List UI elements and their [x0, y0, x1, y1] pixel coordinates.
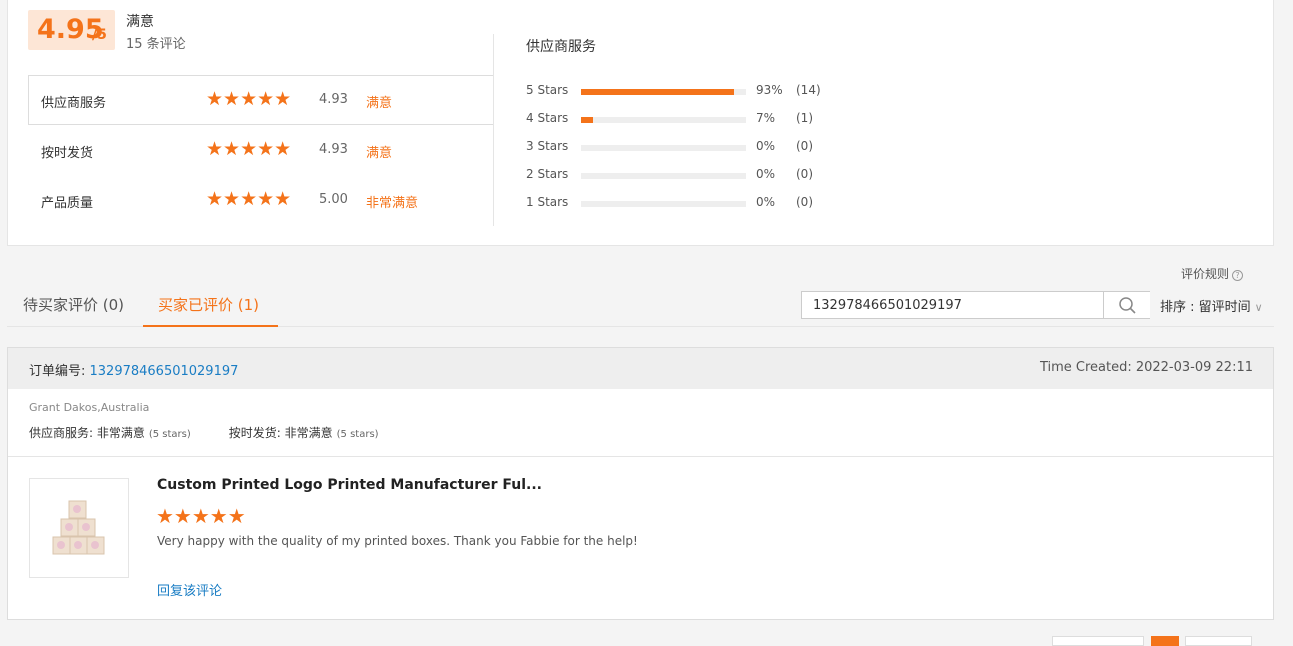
breakdown-count: (14): [796, 83, 821, 97]
rating-value: 4.93: [319, 92, 348, 107]
stacked-boxes-image: [52, 500, 105, 555]
active-tab-indicator: [143, 325, 278, 327]
breakdown-label: 2 Stars: [526, 167, 569, 181]
order-number-field: 订单编号: 132978466501029197: [29, 360, 238, 379]
breakdown-row-3: 3 Stars 0% (0): [526, 136, 846, 156]
product-title-link[interactable]: Custom Printed Logo Printed Manufacturer…: [157, 477, 542, 493]
rating-value: 4.93: [319, 142, 348, 157]
review-comment: Very happy with the quality of my printe…: [157, 534, 638, 548]
breakdown-label: 3 Stars: [526, 139, 569, 153]
review-card: 订单编号: 132978466501029197 Time Created: 2…: [7, 347, 1274, 620]
search-icon: [1119, 297, 1136, 314]
reply-review-link[interactable]: 回复该评论: [157, 580, 222, 599]
rating-row-on-time-shipping: 按时发货 ★★★★★ 4.93 满意: [28, 125, 494, 175]
rating-label: 按时发货: [41, 146, 94, 161]
breakdown-percent: 0%: [756, 167, 776, 181]
breakdown-row-5: 5 Stars 93% (14): [526, 80, 846, 100]
rating-text: 满意: [366, 146, 393, 161]
progress-fill: [581, 117, 593, 123]
rating-text: 非常满意: [366, 196, 419, 211]
breakdown-count: (0): [796, 195, 813, 209]
overall-label: 满意: [126, 14, 154, 30]
breakdown-row-4: 4 Stars 7% (1): [526, 108, 846, 128]
order-search-box: 132978466501029197: [801, 291, 1150, 319]
score-max: /5: [92, 27, 107, 43]
review-count: 15 条评论: [126, 37, 186, 52]
breakdown-row-1: 1 Stars 0% (0): [526, 192, 846, 212]
search-button[interactable]: [1103, 292, 1150, 318]
tab-pending-reviews[interactable]: 待买家评价 (0): [23, 294, 124, 315]
star-rating-icon: ★★★★★: [156, 504, 246, 528]
breakdown-percent: 0%: [756, 139, 776, 153]
breakdown-count: (0): [796, 139, 813, 153]
review-rules-label: 评价规则: [1181, 267, 1230, 281]
review-header: 订单编号: 132978466501029197 Time Created: 2…: [8, 348, 1273, 389]
order-number-link[interactable]: 132978466501029197: [90, 364, 239, 379]
breakdown-label: 1 Stars: [526, 195, 569, 209]
help-icon: ?: [1232, 270, 1244, 281]
time-created: Time Created: 2022-03-09 22:11: [1039, 360, 1253, 375]
sort-dropdown[interactable]: 排序 : 留评时间 ∨: [1160, 296, 1263, 315]
star-rating-icon: ★★★★★: [206, 188, 292, 210]
score-badge: 4.95 /5: [28, 10, 115, 50]
rating-label: 产品质量: [41, 196, 94, 211]
rating-row-supplier-service: 供应商服务 ★★★★★ 4.93 满意: [28, 75, 494, 125]
pagination-current-page[interactable]: [1151, 636, 1179, 646]
rating-text: 满意: [366, 96, 393, 111]
breakdown-percent: 0%: [756, 195, 776, 209]
buyer-info: Grant Dakos,Australia: [29, 401, 150, 414]
breakdown-count: (0): [796, 167, 813, 181]
shipping-rating: 按时发货: 非常满意: [228, 426, 333, 440]
rating-value: 5.00: [319, 192, 348, 207]
sub-ratings: 供应商服务: 非常满意 (5 stars) 按时发货: 非常满意 (5 stars): [29, 424, 379, 441]
divider: [8, 456, 1273, 457]
star-rating-icon: ★★★★★: [206, 138, 292, 160]
pagination-next-button[interactable]: [1185, 636, 1252, 646]
sort-label: 排序 : 留评时间: [1160, 300, 1251, 315]
progress-track: [581, 201, 746, 207]
progress-track: [581, 117, 746, 123]
product-thumbnail[interactable]: [29, 478, 129, 578]
pagination-prev-button[interactable]: [1052, 636, 1144, 646]
chevron-down-icon: ∨: [1254, 301, 1263, 314]
breakdown-percent: 93%: [756, 83, 783, 97]
rating-label: 供应商服务: [41, 96, 107, 111]
service-stars-note: (5 stars): [148, 429, 191, 440]
breakdown-count: (1): [796, 111, 813, 125]
progress-track: [581, 173, 746, 179]
service-rating: 供应商服务: 非常满意: [29, 426, 145, 440]
tab-buyer-reviewed[interactable]: 买家已评价 (1): [158, 294, 259, 315]
breakdown-percent: 7%: [756, 111, 776, 125]
shipping-stars-note: (5 stars): [336, 429, 379, 440]
progress-track: [581, 89, 746, 95]
breakdown-label: 4 Stars: [526, 111, 569, 125]
review-rules-link[interactable]: 评价规则?: [1181, 265, 1244, 282]
progress-fill: [581, 89, 735, 95]
order-number-label: 订单编号:: [29, 364, 90, 379]
rating-row-product-quality: 产品质量 ★★★★★ 5.00 非常满意: [28, 175, 494, 225]
search-input[interactable]: 132978466501029197: [813, 298, 962, 313]
service-breakdown-title: 供应商服务: [526, 39, 596, 55]
breakdown-row-2: 2 Stars 0% (0): [526, 164, 846, 184]
star-rating-icon: ★★★★★: [206, 88, 292, 110]
breakdown-label: 5 Stars: [526, 83, 569, 97]
rating-summary-card: 4.95 /5 满意 15 条评论 供应商服务 ★★★★★ 4.93 满意 按时…: [7, 0, 1274, 246]
progress-track: [581, 145, 746, 151]
